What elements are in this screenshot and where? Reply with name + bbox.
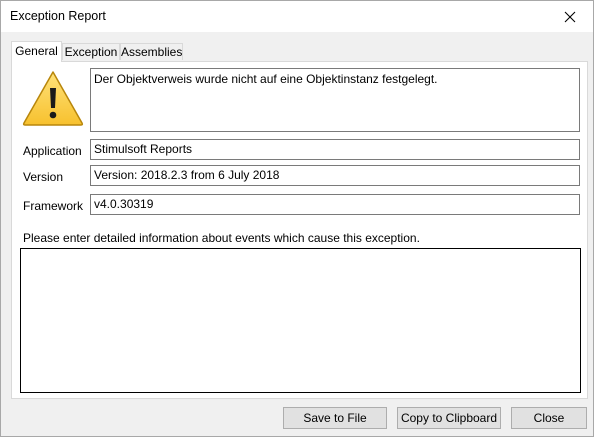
exception-message-box[interactable]: Der Objektverweis wurde nicht auf eine O… xyxy=(90,68,580,132)
close-window-button[interactable] xyxy=(547,1,593,32)
exception-report-window: Exception Report General Exception Assem… xyxy=(0,0,594,437)
framework-field[interactable]: v4.0.30319 xyxy=(90,194,580,215)
close-button[interactable]: Close xyxy=(511,407,587,429)
warning-icon xyxy=(22,71,84,126)
version-field[interactable]: Version: 2018.2.3 from 6 July 2018 xyxy=(90,165,580,186)
version-label: Version xyxy=(23,170,64,184)
tab-exception[interactable]: Exception xyxy=(62,43,120,60)
framework-label: Framework xyxy=(23,199,84,213)
window-title: Exception Report xyxy=(10,9,106,23)
details-textarea[interactable] xyxy=(20,248,581,393)
details-prompt: Please enter detailed information about … xyxy=(23,231,420,245)
close-icon xyxy=(564,11,576,22)
save-to-file-button[interactable]: Save to File xyxy=(283,407,387,429)
tab-assemblies[interactable]: Assemblies xyxy=(120,43,183,60)
tab-general[interactable]: General xyxy=(11,41,62,62)
application-field[interactable]: Stimulsoft Reports xyxy=(90,139,580,160)
copy-to-clipboard-button[interactable]: Copy to Clipboard xyxy=(397,407,501,429)
application-label: Application xyxy=(23,144,82,158)
title-bar: Exception Report xyxy=(1,1,593,32)
